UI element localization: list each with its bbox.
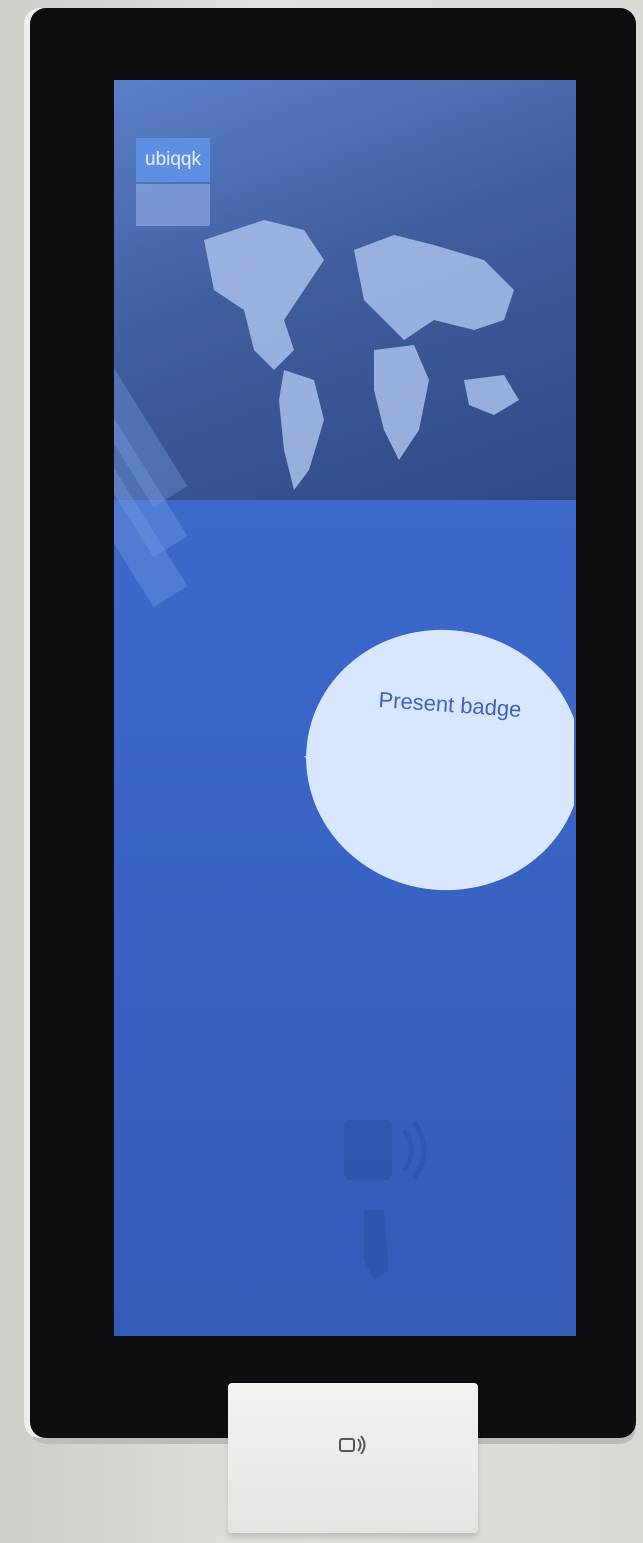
brand-logo: ubiqqk <box>136 138 210 182</box>
brand-logo-text: ubiqqk <box>145 149 201 170</box>
badge-reader[interactable] <box>228 1383 478 1533</box>
world-map-panel: ubiqqk <box>114 80 576 608</box>
kiosk-device: ubiqqk Present badge <box>30 8 636 1438</box>
speech-bubble <box>304 629 574 891</box>
kiosk-screen[interactable]: ubiqqk Present badge <box>114 80 576 1336</box>
contactless-card-icon <box>339 1435 366 1455</box>
badge-tap-icon <box>344 1120 427 1280</box>
world-map-icon <box>204 220 519 490</box>
